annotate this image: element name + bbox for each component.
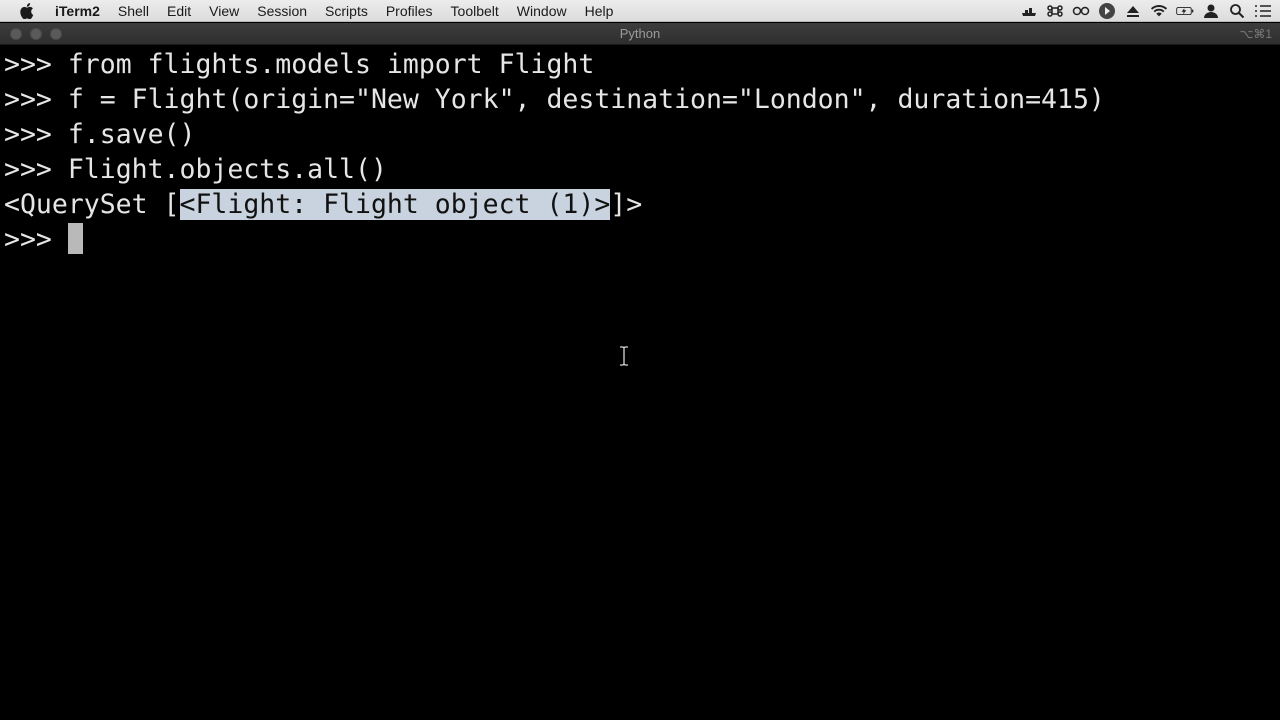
menu-help[interactable]: Help [576,0,623,22]
selected-text[interactable]: <Flight: Flight object (1)> [179,189,611,220]
window-titlebar[interactable]: Python ⌥⌘1 [0,23,1280,45]
cloud-icon[interactable] [1020,2,1038,20]
window-shortcut: ⌥⌘1 [1239,27,1272,41]
output-prefix: <QuerySet [ [4,189,180,220]
ibeam-cursor-icon [620,346,628,366]
command-text: f.save() [67,119,196,150]
prompt: >>> [4,154,68,185]
media-icon[interactable] [1098,2,1116,20]
status-area [1020,0,1272,22]
prompt: >>> [4,224,68,255]
eject-icon[interactable] [1124,2,1142,20]
command-text: from flights.models import Flight [67,49,595,80]
user-icon[interactable] [1202,2,1220,20]
input-line[interactable]: >>> [4,223,83,257]
glasses-icon[interactable] [1072,2,1090,20]
search-icon[interactable] [1228,2,1246,20]
command-icon[interactable] [1046,2,1064,20]
menu-shell[interactable]: Shell [109,0,158,22]
menu-app-iterm2[interactable]: iTerm2 [46,0,109,22]
terminal-line: >>> f = Flight(origin="New York", destin… [4,83,1105,117]
menu-toolbelt[interactable]: Toolbelt [442,0,508,22]
battery-icon[interactable] [1176,2,1194,20]
output-line: <QuerySet [<Flight: Flight object (1)>]> [4,188,642,222]
command-text: f = Flight(origin="New York", destinatio… [67,84,1105,115]
terminal-line: >>> Flight.objects.all() [4,153,387,187]
terminal-line: >>> f.save() [4,118,195,152]
window-title: Python [619,26,661,41]
menu-bar: iTerm2 Shell Edit View Session Scripts P… [0,0,1280,22]
prompt: >>> [4,84,68,115]
prompt: >>> [4,119,68,150]
list-icon[interactable] [1254,2,1272,20]
menu-scripts[interactable]: Scripts [316,0,377,22]
menu-session[interactable]: Session [248,0,316,22]
terminal-line: >>> from flights.models import Flight [4,48,594,82]
wifi-icon[interactable] [1150,2,1168,20]
prompt: >>> [4,49,68,80]
text-cursor [67,223,83,254]
menu-edit[interactable]: Edit [158,0,200,22]
command-text: Flight.objects.all() [67,154,387,185]
menu-view[interactable]: View [200,0,248,22]
menu-profiles[interactable]: Profiles [377,0,442,22]
menu-window[interactable]: Window [508,0,576,22]
output-suffix: ]> [610,189,643,220]
apple-icon[interactable] [20,2,34,19]
terminal-pane[interactable]: >>> from flights.models import Flight >>… [0,46,1280,720]
